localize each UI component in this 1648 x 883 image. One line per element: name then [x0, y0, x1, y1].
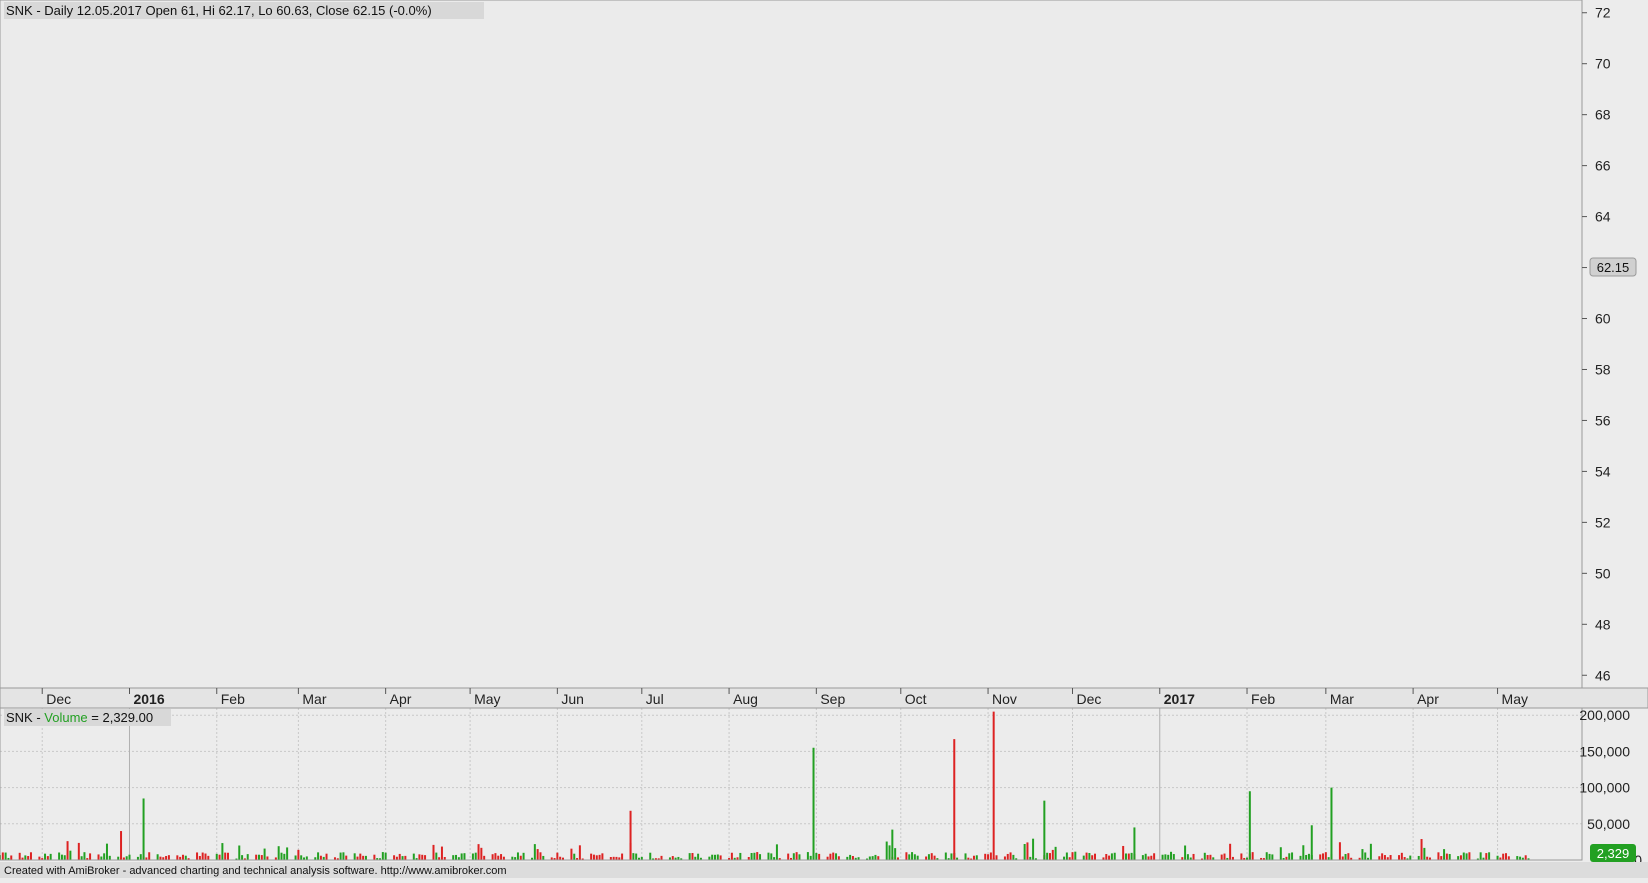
date-tick-label: Feb	[1251, 691, 1275, 707]
date-tick-label: May	[474, 691, 500, 707]
date-tick-label: Mar	[1330, 691, 1354, 707]
volume-title-value: = 2,329.00	[88, 710, 153, 725]
price-tick-label: 72	[1595, 5, 1611, 21]
date-tick-label: Jul	[646, 691, 664, 707]
date-tick-label: Aug	[733, 691, 758, 707]
price-tick-label: 68	[1595, 107, 1611, 123]
chart-stage: 4648505254565860626466687072050,000100,0…	[0, 0, 1648, 878]
date-tick-label: May	[1502, 691, 1528, 707]
price-tick-label: 58	[1595, 361, 1611, 377]
price-pane-frame	[0, 0, 1583, 689]
date-tick-label: Oct	[905, 691, 927, 707]
volume-tick-label: 50,000	[1587, 816, 1630, 832]
date-tick-label: 2017	[1164, 691, 1195, 707]
footer-text: Created with AmiBroker - advanced charti…	[4, 865, 507, 877]
date-tick-label: Mar	[302, 691, 326, 707]
date-tick-label: Dec	[1076, 691, 1101, 707]
price-tick-label: 66	[1595, 158, 1611, 174]
price-tick-label: 54	[1595, 463, 1611, 479]
date-tick-label: Dec	[46, 691, 71, 707]
date-tick-label: Jun	[561, 691, 584, 707]
chart-title: SNK - Daily 12.05.2017 Open 61, Hi 62.17…	[6, 3, 432, 18]
price-tick-label: 64	[1595, 209, 1611, 225]
price-tick-label: 70	[1595, 56, 1611, 72]
last-volume-label: 2,329	[1597, 846, 1630, 861]
volume-title-label: Volume	[44, 710, 87, 725]
volume-tick-label: 150,000	[1579, 743, 1630, 759]
date-tick-label: Apr	[390, 691, 412, 707]
volume-tick-label: 200,000	[1579, 707, 1630, 723]
volume-title: SNK - Volume = 2,329.00	[6, 710, 153, 725]
date-tick-label: 2016	[133, 691, 164, 707]
volume-tick-label: 100,000	[1579, 780, 1630, 796]
price-tick-label: 56	[1595, 412, 1611, 428]
volume-title-prefix: SNK -	[6, 710, 44, 725]
price-tick-label: 46	[1595, 667, 1611, 683]
price-tick-label: 52	[1595, 514, 1611, 530]
price-tick-label: 48	[1595, 616, 1611, 632]
date-tick-label: Feb	[221, 691, 245, 707]
last-price-label: 62.15	[1597, 260, 1630, 275]
date-tick-label: Sep	[820, 691, 845, 707]
date-tick-label: Apr	[1417, 691, 1439, 707]
price-tick-label: 60	[1595, 311, 1611, 327]
price-tick-label: 50	[1595, 565, 1611, 581]
date-tick-label: Nov	[992, 691, 1017, 707]
price-volume-chart: 4648505254565860626466687072050,000100,0…	[0, 0, 1648, 878]
